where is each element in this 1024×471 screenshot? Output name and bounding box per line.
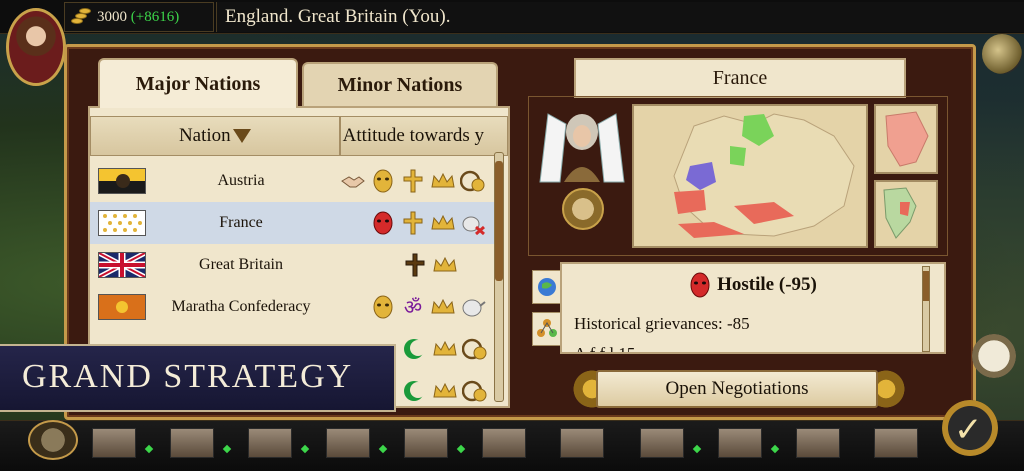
table-row[interactable]: Austria [90, 160, 495, 202]
attitude-icons: ॐ [370, 295, 486, 319]
relations-info-box: Hostile (-95) Historical grievances: -85… [560, 262, 946, 354]
crown-icon [430, 169, 456, 193]
clock-icon[interactable] [972, 334, 1016, 378]
gold-income: (+8616) [130, 8, 180, 25]
building-slot[interactable] [796, 428, 840, 458]
teapot-blocked-icon [460, 211, 486, 236]
red-mask-icon [370, 211, 396, 235]
construction-icon[interactable] [28, 420, 78, 460]
om-icon: ॐ [403, 295, 423, 319]
crown-icon [432, 379, 458, 403]
attitude-icons [340, 169, 486, 193]
relations-tab-icon[interactable] [532, 312, 562, 346]
teapot-icon [460, 295, 486, 319]
gold-coins-icon [71, 8, 93, 26]
attitude-icons [370, 211, 486, 236]
leader-portrait[interactable] [6, 8, 66, 86]
attitude-column-header[interactable]: Attitude towards y [339, 116, 508, 156]
player-label: England. Great Britain (You). [216, 2, 1024, 32]
info-scrollbar[interactable] [922, 266, 930, 352]
table-row-selected[interactable]: France [90, 202, 495, 244]
attitude-icons [402, 337, 488, 361]
crown-icon [430, 211, 456, 235]
checkmark-icon: ✓ [954, 410, 983, 450]
nation-column-label: Nation [178, 125, 231, 146]
building-slot[interactable] [326, 428, 370, 458]
nation-name: Maratha Confederacy [171, 298, 311, 315]
nation-name: Great Britain [199, 256, 283, 273]
attitude-status-text: Hostile (-95) [717, 274, 817, 295]
attitude-icons [402, 253, 458, 277]
america-inset-map [874, 180, 938, 248]
building-slot[interactable] [640, 428, 684, 458]
mask-icon [370, 295, 396, 319]
promo-banner: GRAND STRATEGY [0, 344, 396, 412]
mask-icon [370, 169, 396, 193]
gold-value: 3000 [97, 8, 127, 25]
maratha-flag-icon [98, 294, 146, 320]
globe-icon[interactable] [982, 34, 1022, 74]
banner-text: GRAND STRATEGY [22, 358, 354, 395]
truncated-line: A f f l 15 [574, 344, 636, 354]
cross-icon [400, 211, 426, 235]
grievances-text: Historical grievances: -85 [574, 314, 750, 333]
open-negotiations-button[interactable]: Open Negotiations [596, 370, 878, 408]
india-inset-map [874, 104, 938, 174]
building-slot[interactable] [170, 428, 214, 458]
national-emblem-icon[interactable] [562, 188, 604, 230]
selected-country-title: France [574, 58, 906, 98]
building-slot[interactable] [874, 428, 918, 458]
nation-list-scrollbar[interactable] [494, 152, 504, 402]
hostile-mask-icon [690, 272, 710, 298]
gold-amount: 3000 (+8616) [97, 9, 179, 26]
nation-name: France [219, 214, 263, 231]
gold-cart-icon [459, 169, 486, 193]
crown-icon [430, 295, 456, 319]
scrollbar-thumb[interactable] [495, 161, 503, 281]
cross-icon [400, 169, 426, 193]
sort-arrow-icon [232, 129, 251, 143]
crown-icon [432, 253, 458, 277]
cross-icon [402, 253, 428, 277]
gold-cart-icon [461, 379, 488, 403]
attitude-icons [402, 379, 488, 403]
table-row[interactable]: Maratha Confederacy ॐ [90, 286, 495, 328]
nation-name: Austria [217, 172, 265, 189]
building-slot[interactable] [718, 428, 762, 458]
building-slot[interactable] [248, 428, 292, 458]
union-jack-flag-icon [97, 250, 147, 280]
french-leader-portrait [536, 104, 628, 184]
attitude-status: Hostile (-95) [562, 272, 944, 298]
treasury-display: 3000 (+8616) [64, 2, 214, 32]
crescent-icon [402, 379, 428, 403]
austria-flag-icon [98, 168, 146, 194]
tab-minor-nations[interactable]: Minor Nations [302, 62, 498, 106]
building-slot[interactable] [92, 428, 136, 458]
gold-cart-icon [461, 337, 488, 361]
france-flag-icon [98, 210, 146, 236]
table-row[interactable]: Great Britain [90, 244, 495, 286]
tab-major-nations[interactable]: Major Nations [98, 58, 298, 108]
list-header: Nation Attitude towards y [90, 116, 508, 156]
globe-info-tab[interactable] [532, 270, 562, 304]
building-slot[interactable] [482, 428, 526, 458]
building-slot[interactable] [560, 428, 604, 458]
nation-column-header[interactable]: Nation [90, 116, 340, 156]
info-scroll-thumb[interactable] [923, 271, 929, 301]
crescent-icon [402, 337, 428, 361]
handshake-icon [340, 169, 366, 193]
building-slot[interactable] [404, 428, 448, 458]
crown-icon [432, 337, 458, 361]
europe-map [632, 104, 868, 248]
